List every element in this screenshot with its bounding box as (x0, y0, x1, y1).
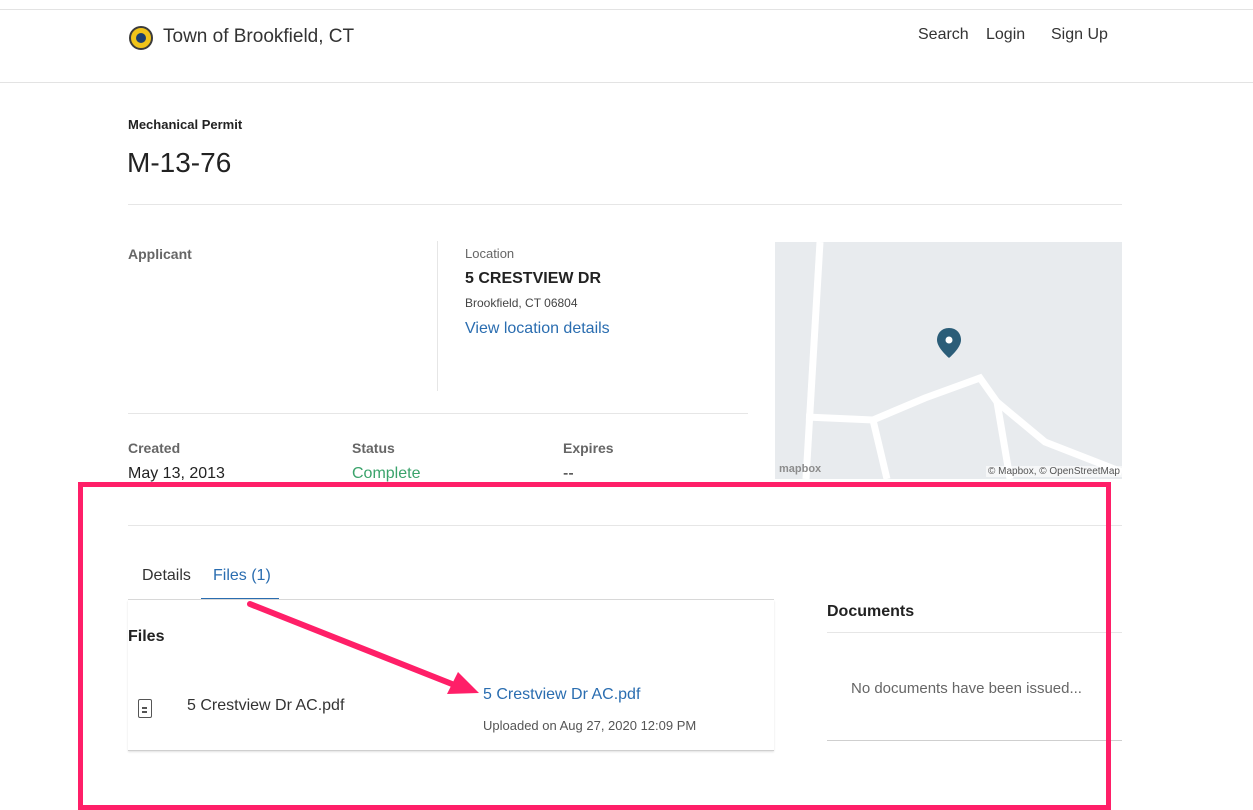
annotation-arrow-icon (247, 601, 479, 694)
